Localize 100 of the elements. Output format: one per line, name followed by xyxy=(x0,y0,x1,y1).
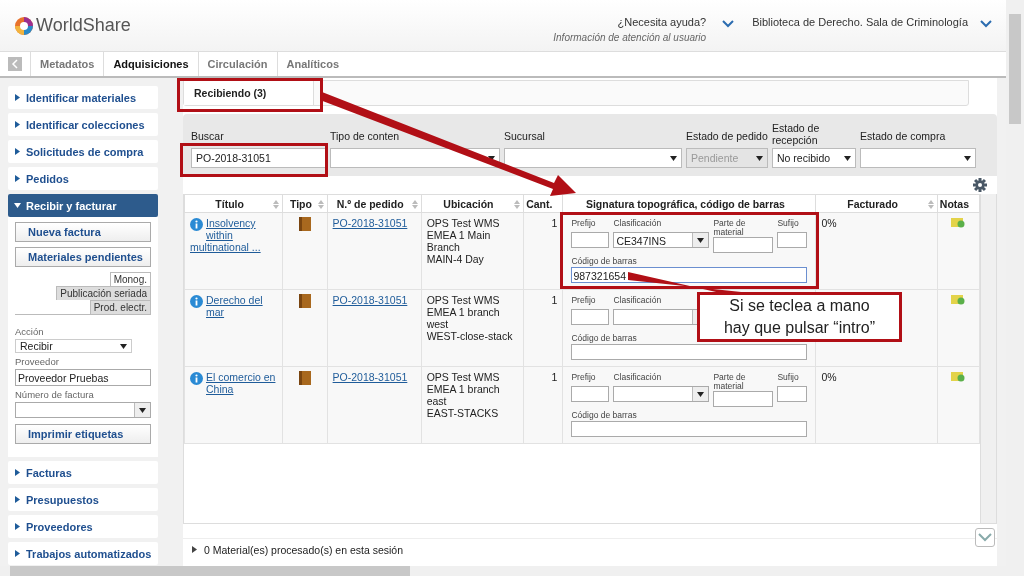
nav-tab[interactable]: Adquisiciones xyxy=(103,52,198,76)
input-field[interactable] xyxy=(571,344,808,360)
sidebar-button[interactable]: Materiales pendientes xyxy=(15,247,151,267)
caret-icon xyxy=(192,546,197,553)
combo-field[interactable] xyxy=(613,386,710,402)
column-header[interactable]: N.º de pedido xyxy=(327,194,422,213)
search-field[interactable]: PO-2018-31051 xyxy=(191,148,326,168)
info-icon xyxy=(190,295,203,308)
field-label: Acción xyxy=(15,326,45,337)
select-field[interactable]: Recibir xyxy=(15,339,132,353)
field-label: Parte de material xyxy=(713,373,747,391)
sidebar-item[interactable]: Solicitudes de compra xyxy=(8,140,158,163)
sidebar-item[interactable]: Presupuestos xyxy=(8,488,158,511)
caret-icon xyxy=(14,121,21,128)
dropdown-icon xyxy=(120,343,127,349)
chevron-down-icon xyxy=(980,19,992,28)
filter-label: Tipo de conten xyxy=(330,130,401,142)
field-label: Código de barras xyxy=(571,411,638,421)
nav-tab[interactable]: Circulación xyxy=(197,52,277,76)
location-text: EAST-STACKS xyxy=(426,407,500,419)
help-link[interactable]: ¿Necesita ayuda? xyxy=(617,15,707,28)
filter-label: Estado de recepción xyxy=(772,122,821,146)
type-tab[interactable]: Prod. electr. xyxy=(89,300,151,314)
input-field[interactable] xyxy=(571,309,610,325)
select-field[interactable] xyxy=(860,148,976,168)
field-label: Prefijo xyxy=(571,373,597,383)
field-label: Clasificación xyxy=(613,219,663,229)
dropdown-icon xyxy=(844,155,851,161)
location-text: OPS Test WMS EMEA 1 branch west xyxy=(426,294,501,330)
print-button[interactable]: Imprimir etiquetas xyxy=(15,424,151,444)
tab[interactable]: Recibiendo (3) xyxy=(184,81,314,105)
filter-label: Estado de pedido xyxy=(686,130,768,142)
dropdown-icon xyxy=(756,155,763,161)
scrollbar[interactable] xyxy=(980,194,996,523)
input-field[interactable] xyxy=(571,386,610,402)
sort-icon xyxy=(514,200,521,209)
title-link[interactable]: Derecho del mar xyxy=(190,294,278,318)
order-link[interactable]: PO-2018-31051 xyxy=(332,217,408,229)
type-tab[interactable]: Monog. xyxy=(109,272,151,286)
sidebar-item[interactable]: Proveedores xyxy=(8,515,158,538)
select-field[interactable]: No recibido xyxy=(772,148,856,168)
column-header[interactable]: Notas xyxy=(937,194,980,213)
column-header[interactable]: Ubicación xyxy=(421,194,524,213)
field-label: Clasificación xyxy=(613,296,663,306)
table-cell: 1 xyxy=(523,289,563,367)
input-field[interactable] xyxy=(713,391,774,407)
input-field[interactable]: 987321654 xyxy=(571,267,808,283)
dropdown-icon xyxy=(670,155,677,161)
select-field[interactable] xyxy=(330,148,500,168)
combo-field[interactable] xyxy=(15,402,151,418)
sidebar-item[interactable]: Identificar colecciones xyxy=(8,113,158,136)
combo-field[interactable]: CE347INS xyxy=(613,232,710,248)
caret-icon xyxy=(14,523,21,530)
sidebar-button[interactable]: Nueva factura xyxy=(15,222,151,242)
input-field[interactable] xyxy=(713,237,774,253)
input-field[interactable] xyxy=(777,386,808,402)
input-field[interactable] xyxy=(571,232,610,248)
title-link[interactable]: Insolvency within multinational ... xyxy=(190,217,278,253)
table-cell: 1 xyxy=(523,366,563,444)
caret-icon xyxy=(14,550,21,557)
select-field[interactable] xyxy=(504,148,682,168)
sort-icon xyxy=(411,200,418,209)
input-field[interactable] xyxy=(777,232,808,248)
caret-icon xyxy=(14,94,21,101)
library-name[interactable]: Biblioteca de Derecho. Sala de Criminología xyxy=(752,15,968,28)
sidebar-item[interactable]: Trabajos automatizados xyxy=(8,542,158,565)
dropdown-icon xyxy=(964,155,971,161)
column-header[interactable]: Signatura topográfica, código de barras xyxy=(562,194,816,213)
dropdown-icon xyxy=(697,237,705,243)
caret-icon xyxy=(14,469,21,476)
sidebar-item[interactable]: Identificar materiales xyxy=(8,86,158,109)
input-field[interactable] xyxy=(571,421,808,437)
session-count: 0 Material(es) procesado(s) en esta sesión xyxy=(204,543,403,556)
location-text: OPS Test WMS EMEA 1 branch east xyxy=(426,371,501,407)
field-label: Clasificación xyxy=(613,373,663,383)
note-add-icon xyxy=(951,294,966,305)
nav-tab[interactable]: Analíticos xyxy=(276,52,349,76)
input-field[interactable]: Proveedor Pruebas xyxy=(15,369,151,386)
sidebar-item[interactable]: Facturas xyxy=(8,461,158,484)
type-tab[interactable]: Publicación seriada xyxy=(56,286,151,300)
order-link[interactable]: PO-2018-31051 xyxy=(332,371,408,383)
table-cell: 0% xyxy=(815,212,938,290)
title-link[interactable]: El comercio en China xyxy=(190,371,278,395)
column-header[interactable]: Tipo xyxy=(282,194,328,213)
filter-label: Buscar xyxy=(191,130,225,142)
location-text: OPS Test WMS EMEA 1 Main Branch xyxy=(426,217,501,253)
filter-label: Estado de compra xyxy=(860,130,947,142)
field-label: Prefijo xyxy=(571,219,597,229)
nav-tab[interactable]: Metadatos xyxy=(30,52,104,76)
scrollbar[interactable] xyxy=(0,566,1024,576)
order-link[interactable]: PO-2018-31051 xyxy=(332,294,408,306)
column-header[interactable]: Título xyxy=(184,194,283,213)
sidebar-item[interactable]: Recibir y facturar xyxy=(8,194,158,217)
caret-icon xyxy=(14,202,21,209)
logo-icon xyxy=(14,15,34,36)
caret-icon xyxy=(14,175,21,182)
column-header[interactable]: Facturado xyxy=(815,194,938,213)
callout: Si se teclea a mano hay que pulsar “intro” xyxy=(697,292,902,342)
scroll-down-button[interactable] xyxy=(975,528,995,547)
sidebar-item[interactable]: Pedidos xyxy=(8,167,158,190)
